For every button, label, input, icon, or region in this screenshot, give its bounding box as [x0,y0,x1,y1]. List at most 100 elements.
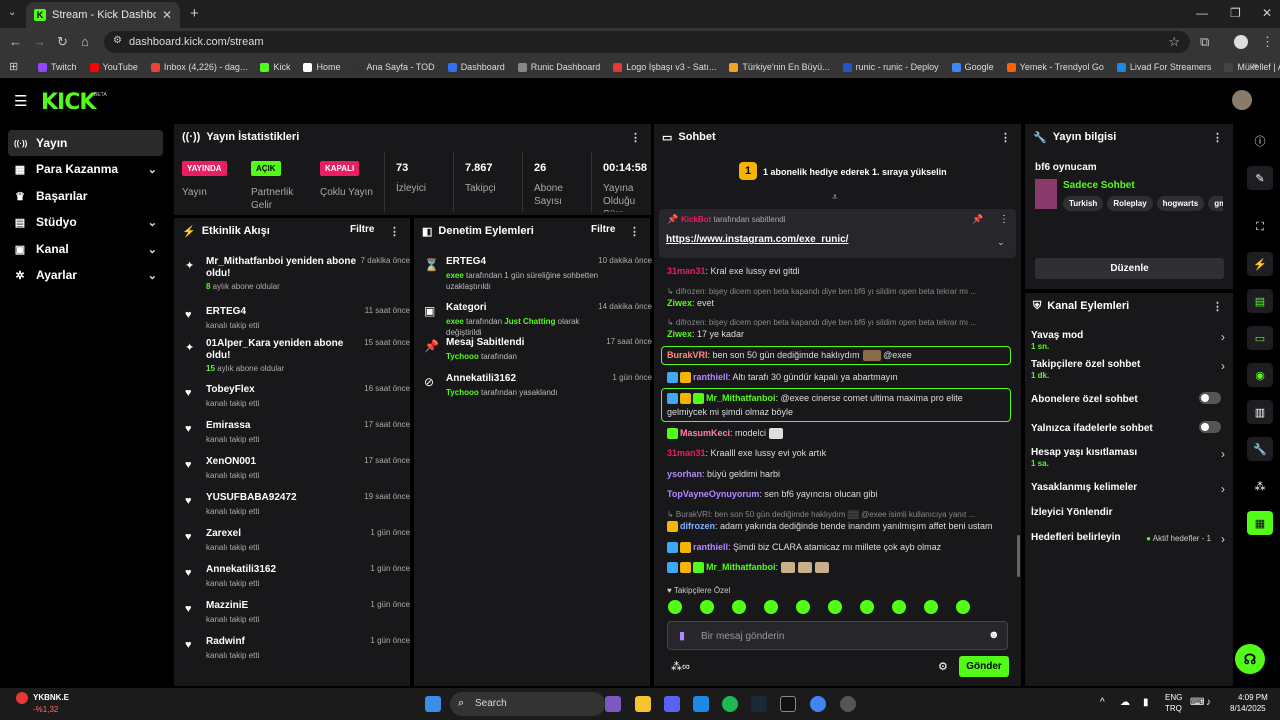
channel-action-item[interactable]: Yalnızca ifadelerle sohbet [1031,421,1225,447]
extensions-icon[interactable]: ⧉ [1200,35,1209,49]
channel-actions-menu-icon[interactable]: ⋮ [1212,300,1223,313]
bookmark-star-icon[interactable]: ☆ [1168,34,1180,50]
chat-settings-icon[interactable]: ⚙ [938,660,948,673]
chat-username[interactable]: ranthiell [693,372,728,382]
tab-list-icon[interactable]: ⌄ [8,7,16,18]
home-icon[interactable]: ⌂ [81,35,89,49]
clip-icon[interactable]: ⛶ [1247,215,1273,239]
pinned-menu-icon[interactable]: ⋮ [999,214,1009,225]
bookmark-item[interactable]: Türkiye'nin En Büyü... [729,62,830,72]
copilot-icon[interactable] [605,696,621,712]
quick-action-icon[interactable]: ⚡ [1247,252,1273,276]
chat-username[interactable]: BurakVRI [667,350,708,360]
profile-avatar[interactable] [1234,35,1248,49]
chevron-right-icon[interactable]: › [1221,532,1225,546]
notes-icon[interactable]: ▤ [1247,289,1273,313]
chat-username[interactable]: Mr_Mithatfanboi [706,562,776,572]
bookmark-item[interactable]: Ana Sayfa - TOD [353,62,435,72]
chevron-right-icon[interactable]: › [1221,482,1225,496]
chat-username[interactable]: MasumKeci [680,428,730,438]
more-bookmarks-icon[interactable]: » [1252,60,1258,72]
channel-action-item[interactable]: Hesap yaşı kısıtlaması 1 sa. › [1031,447,1225,471]
chat-username[interactable]: difrozen [680,521,715,531]
bookmark-item[interactable]: Livad For Streamers [1116,62,1211,72]
site-info-icon[interactable]: ⚙ [113,35,122,46]
user-avatar[interactable] [1232,90,1252,110]
emoji-icon[interactable]: ☻ [988,629,1000,641]
bookmark-item[interactable]: runic - runic - Deploy [842,62,939,72]
emote-picker-icon[interactable] [892,600,906,614]
tray-chevron-icon[interactable]: ^ [1100,697,1105,708]
reload-icon[interactable]: ↻ [57,35,68,49]
sidebar-item-money[interactable]: ▦ Para Kazanma ⌄ [8,156,163,182]
bookmark-item[interactable]: Dashboard [447,62,505,72]
bf-icon[interactable] [780,696,796,712]
bookmark-item[interactable]: YouTube [89,62,138,72]
sidebar-item-settings[interactable]: ✲ Ayarlar ⌄ [8,262,163,288]
layout-icon[interactable]: ▥ [1247,400,1273,424]
bookmark-item[interactable]: Yemek - Trendyol Go [1006,62,1104,72]
bookmark-item[interactable]: Logo İşbaşı v3 - Satı... [613,62,716,72]
close-window-icon[interactable]: ✕ [1262,6,1272,20]
stream-tag[interactable]: Turkish [1063,196,1104,211]
stream-tag[interactable]: hogwarts [1156,196,1205,211]
chat-scrollbar[interactable] [1017,535,1020,577]
sidebar-item-broadcast[interactable]: ((·)) Yayın [8,130,163,156]
chat-username[interactable]: 31man31 [667,448,706,458]
tools-icon[interactable]: 🔧 [1247,437,1273,461]
sidebar-item-channel[interactable]: ▣ Kanal ⌄ [8,236,163,262]
send-button[interactable]: Gönder [959,656,1009,677]
chevron-down-icon[interactable]: ⌄ [148,163,157,176]
lang-1[interactable]: ENG [1165,693,1182,702]
close-tab-icon[interactable]: ✕ [162,8,172,22]
moderation-menu-icon[interactable]: ⋮ [629,225,640,238]
sidebar-item-trophy[interactable]: ♛ Başarılar [8,183,163,209]
share-icon[interactable]: ⁂ [1247,474,1273,498]
app-taskbar-icon[interactable] [840,696,856,712]
chat-tools-icon[interactable]: ⁂∞ [671,660,690,673]
stream-tag[interactable]: gm [1208,196,1223,211]
network-icon[interactable]: ⌨ [1190,697,1204,708]
minimize-icon[interactable]: — [1196,6,1208,20]
info-icon[interactable]: ⓘ [1247,129,1273,153]
chat-input[interactable]: ▮ Bir mesaj gönderin ☻ [667,621,1008,650]
bookmark-item[interactable]: Runic Dashboard [517,62,600,72]
channel-action-item[interactable]: Abonelere özel sohbet [1031,392,1225,418]
bookmark-item[interactable]: Google [951,62,994,72]
channel-action-item[interactable]: İzleyici Yönlendir [1031,507,1225,531]
collapse-icon[interactable]: ⩡ [832,192,838,203]
address-bar[interactable]: ⚙ dashboard.kick.com/stream ☆ [104,31,1190,53]
chevron-right-icon[interactable]: › [1221,447,1225,461]
back-icon[interactable]: ← [9,35,22,49]
chevron-right-icon[interactable]: › [1221,359,1225,373]
cloud-icon[interactable]: ☁ [1120,697,1130,708]
bookmark-item[interactable]: Inbox (4,226) - dag... [150,62,247,72]
category-name[interactable]: Sadece Sohbet [1063,180,1135,191]
taskbar-search[interactable]: ⌕ Search [450,692,605,716]
mic-icon[interactable]: ▮ [679,629,685,642]
bookmark-item[interactable]: Home [303,62,340,72]
emote-picker-icon[interactable] [956,600,970,614]
windows-start-icon[interactable] [425,696,441,712]
emote-picker-icon[interactable] [764,600,778,614]
chat-username[interactable]: ranthiell [693,542,728,552]
chevron-down-icon[interactable]: ⌄ [148,243,157,256]
steam-icon[interactable] [751,696,767,712]
chat-popout-icon[interactable]: ▭ [1247,326,1273,350]
channel-action-item[interactable]: Takipçilere özel sohbet 1 dk. › [1031,359,1225,383]
mic-tray-icon[interactable]: ▮ [1143,697,1149,708]
edit-button[interactable]: Düzenle [1035,258,1224,279]
stats-menu-icon[interactable]: ⋮ [630,131,641,144]
browser-menu-icon[interactable]: ⋮ [1261,35,1274,49]
discord-icon[interactable] [664,696,680,712]
chevron-down-icon[interactable]: ⌄ [148,216,157,229]
emote-picker-icon[interactable] [796,600,810,614]
chat-username[interactable]: Ziwex [667,329,692,339]
new-tab-icon[interactable]: + [190,5,199,22]
activity-filter-button[interactable]: Filtre [350,224,374,235]
chat-username[interactable]: Ziwex [667,298,692,308]
clock-time[interactable]: 4:09 PM [1238,693,1268,702]
volume-icon[interactable]: ♪ [1206,697,1211,708]
stream-tag[interactable]: Roleplay [1107,196,1153,211]
chevron-right-icon[interactable]: › [1221,330,1225,344]
